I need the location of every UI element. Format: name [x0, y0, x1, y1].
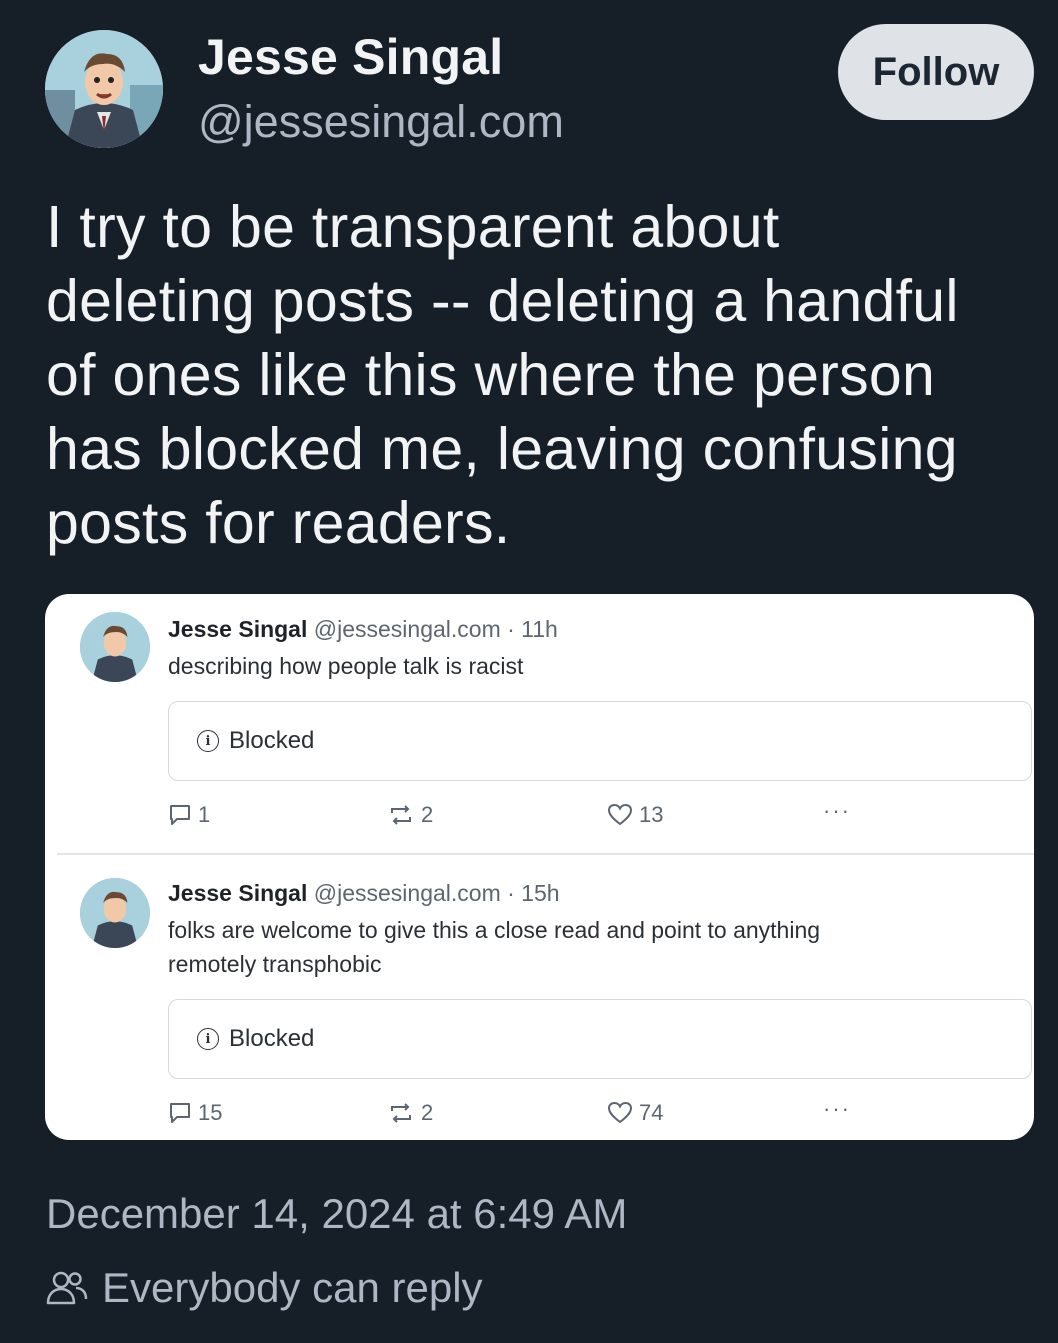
- embedded-meta: @jessesingal.com · 15h: [313, 880, 560, 906]
- speech-bubble-icon: [170, 805, 190, 825]
- post-text-line: I try to be transparent about: [46, 194, 780, 260]
- like-count-value: 13: [639, 802, 664, 827]
- like-count: 74: [607, 1100, 663, 1126]
- blocked-label: Blocked: [229, 1025, 315, 1052]
- divider: [57, 853, 1034, 855]
- blocked-label: Blocked: [229, 727, 315, 754]
- reply-setting-label: Everybody can reply: [102, 1264, 483, 1311]
- repost-count-value: 2: [421, 802, 434, 827]
- repost-count: 2: [387, 802, 433, 828]
- people-icon: [46, 1271, 88, 1305]
- author-avatar[interactable]: [45, 30, 163, 148]
- embedded-post-text: describing how people talk is racist: [168, 649, 988, 683]
- reply-setting: Everybody can reply: [46, 1264, 483, 1312]
- like-count: 13: [607, 802, 663, 828]
- info-icon: i: [197, 730, 219, 752]
- like-count-value: 74: [639, 1100, 664, 1125]
- author-name[interactable]: Jesse Singal: [198, 28, 503, 86]
- reply-count: 1: [168, 802, 210, 828]
- heart-icon: [607, 803, 633, 826]
- follow-button[interactable]: Follow: [838, 24, 1034, 120]
- blocked-quote: i Blocked: [168, 701, 1032, 781]
- reply-count: 15: [168, 1100, 222, 1126]
- post-text-line: posts for readers.: [46, 490, 511, 556]
- post-text: I try to be transparent about deleting p…: [46, 190, 1046, 560]
- embedded-image[interactable]: Jesse Singal @jessesingal.com · 11h desc…: [45, 594, 1034, 1140]
- avatar: [80, 612, 150, 682]
- embedded-text-line: folks are welcome to give this a close r…: [168, 917, 821, 943]
- embedded-author-name: Jesse Singal: [168, 616, 308, 642]
- post-text-line: of ones like this where the person: [46, 342, 936, 408]
- reply-count-value: 15: [198, 1100, 223, 1125]
- post-timestamp[interactable]: December 14, 2024 at 6:49 AM: [46, 1190, 627, 1238]
- repost-arrows-icon: [391, 805, 411, 825]
- embedded-text-line: describing how people talk is racist: [168, 653, 524, 679]
- ellipsis-icon: ···: [823, 1096, 851, 1121]
- reply-count-value: 1: [198, 802, 211, 827]
- embedded-post-header: Jesse Singal @jessesingal.com · 11h: [168, 616, 558, 643]
- repost-count: 2: [387, 1100, 433, 1126]
- repost-count-value: 2: [421, 1100, 434, 1125]
- embedded-author-name: Jesse Singal: [168, 880, 308, 906]
- embedded-text-line: remotely transphobic: [168, 951, 382, 977]
- ellipsis-icon: ···: [823, 798, 851, 823]
- embedded-post-text: folks are welcome to give this a close r…: [168, 913, 988, 981]
- post-text-line: has blocked me, leaving confusing: [46, 416, 958, 482]
- heart-icon: [607, 1101, 633, 1124]
- speech-bubble-icon: [170, 1103, 190, 1123]
- blocked-quote: i Blocked: [168, 999, 1032, 1079]
- info-icon: i: [197, 1028, 219, 1050]
- repost-arrows-icon: [391, 1103, 411, 1123]
- author-handle[interactable]: @jessesingal.com: [198, 96, 564, 148]
- embedded-post-header: Jesse Singal @jessesingal.com · 15h: [168, 880, 560, 907]
- post-text-line: deleting posts -- deleting a handful: [46, 268, 959, 334]
- avatar: [80, 878, 150, 948]
- embedded-meta: @jessesingal.com · 11h: [313, 616, 558, 642]
